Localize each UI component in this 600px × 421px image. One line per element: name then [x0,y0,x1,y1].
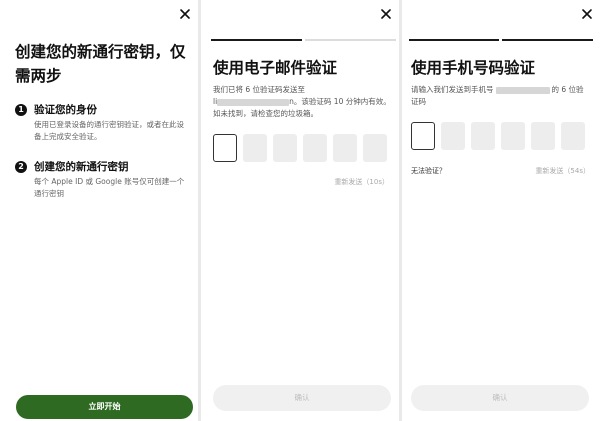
code-digit-input[interactable] [213,134,237,162]
close-icon[interactable] [179,8,191,20]
step-description: 使用已登录设备的通行密钥验证，或者在此设备上完成安全验证。 [34,120,184,141]
intro-screen: 创建您的新通行密钥，仅需两步 1 验证您的身份 使用已登录设备的通行密钥验证，或… [0,0,198,421]
code-digit-input[interactable] [411,122,435,150]
progress-step-1 [409,39,499,41]
code-digit-input[interactable] [363,134,387,162]
resend-link[interactable]: 重新发送（54s） [535,166,590,176]
step-number-badge: 1 [15,104,27,116]
code-digit-input[interactable] [303,134,327,162]
start-button[interactable]: 立即开始 [16,395,193,419]
code-digit-input[interactable] [441,122,465,150]
email-verify-screen: 使用电子邮件验证 我们已将 6 位验证码发送至 li n。该验证码 10 分钟内有… [201,0,399,421]
code-digit-input[interactable] [333,134,357,162]
page-title: 使用电子邮件验证 [213,59,338,77]
step-title: 验证您的身份 [34,104,97,116]
page-title: 创建您的新通行密钥，仅需两步 [15,43,186,85]
passkey-setup-screens: 创建您的新通行密钥，仅需两步 1 验证您的身份 使用已登录设备的通行密钥验证，或… [0,0,600,421]
progress-step-2 [305,39,396,41]
resend-link[interactable]: 重新发送（10s） [334,177,389,187]
desc-line-1: 我们已将 6 位验证码发送至 [213,85,306,94]
page-title: 使用手机号码验证 [411,59,536,77]
redacted-email [217,98,290,106]
close-icon[interactable] [380,8,392,20]
verify-description: 我们已将 6 位验证码发送至 li n。该验证码 10 分钟内有效。如未找到，请检… [213,84,393,120]
step-description: 每个 Apple ID 或 Google 账号仅可创建一个通行密钥 [34,177,185,198]
desc-prefix: 请输入我们发送到手机号 [411,85,494,94]
progress-step-1 [211,39,302,41]
code-digit-input[interactable] [531,122,555,150]
code-digit-input[interactable] [243,134,267,162]
code-input-row [213,134,387,162]
code-digit-input[interactable] [501,122,525,150]
cannot-verify-link[interactable]: 无法验证？ [411,166,446,176]
phone-verify-screen: 使用手机号码验证 请输入我们发送到手机号的 6 位验证码 无法验证？ 重新发送（… [402,0,600,421]
code-digit-input[interactable] [561,122,585,150]
close-icon[interactable] [581,8,593,20]
redacted-phone [495,86,550,94]
code-digit-input[interactable] [273,134,297,162]
verify-description: 请输入我们发送到手机号的 6 位验证码 [411,84,591,108]
step-title: 创建您的新通行密钥 [34,161,129,173]
confirm-button[interactable]: 确认 [411,385,589,411]
progress-step-2 [502,39,593,41]
code-input-row [411,122,585,150]
step-number-badge: 2 [15,161,27,173]
code-digit-input[interactable] [471,122,495,150]
confirm-button[interactable]: 确认 [213,385,391,411]
